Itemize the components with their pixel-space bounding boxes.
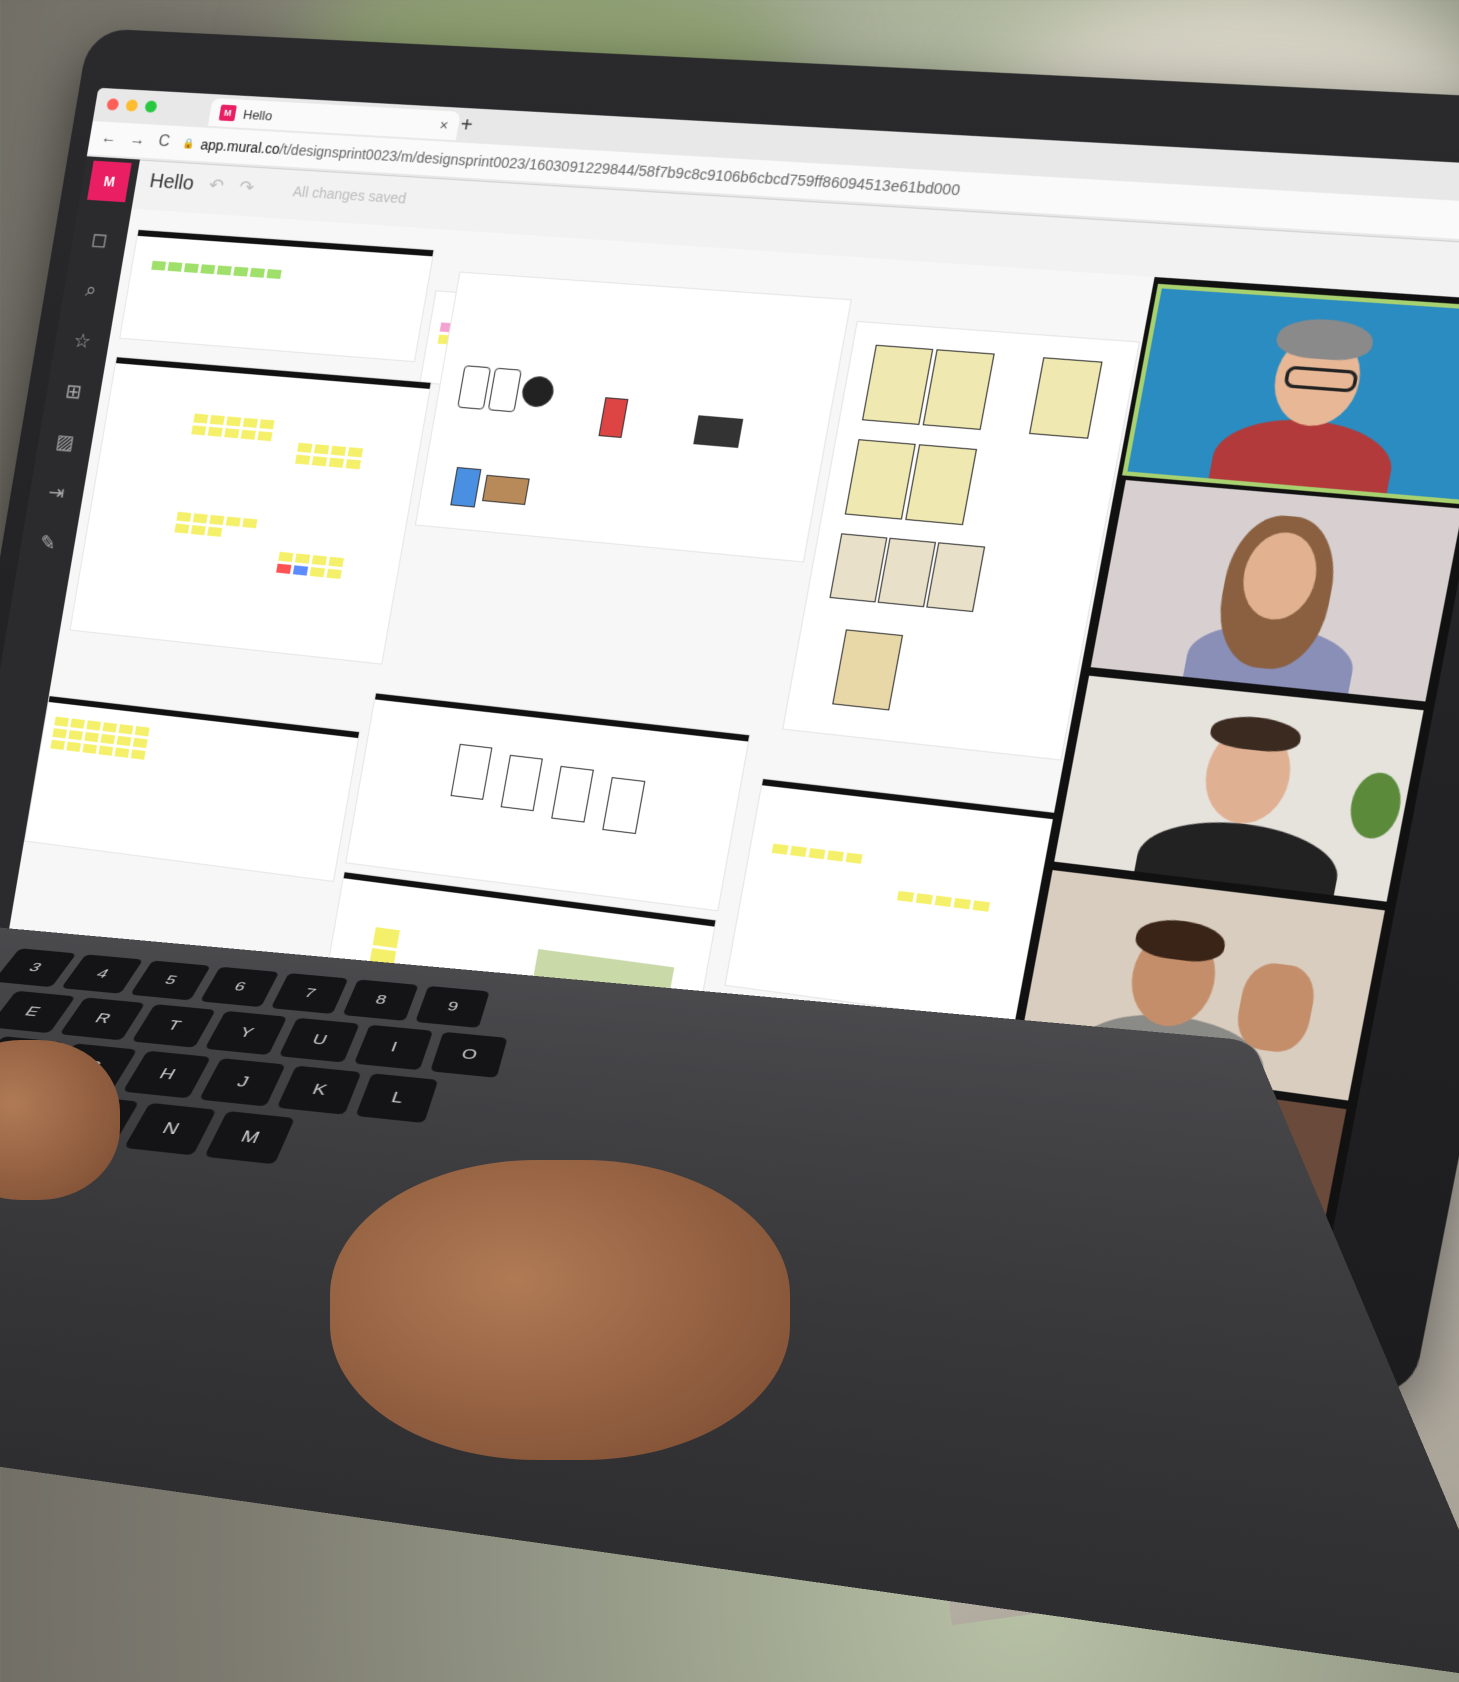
- sticky-group: [295, 442, 364, 470]
- storyboard-sketch: [500, 754, 543, 812]
- export-icon[interactable]: ⇥: [42, 478, 71, 506]
- key[interactable]: U: [278, 1017, 360, 1063]
- canvas-frame[interactable]: [23, 695, 361, 882]
- frame-header-bar: [375, 693, 750, 742]
- maximize-window-button[interactable]: [144, 100, 158, 113]
- device-mockup: [519, 375, 557, 409]
- sticky-group: [276, 551, 344, 580]
- canvas-frame[interactable]: [69, 356, 432, 665]
- image-icon[interactable]: ▨: [51, 428, 80, 455]
- key[interactable]: N: [123, 1102, 217, 1156]
- tab-title: Hello: [242, 106, 274, 123]
- video-tile-participant[interactable]: [1090, 480, 1459, 702]
- sketch-card: [1029, 357, 1103, 439]
- key[interactable]: 4: [61, 954, 144, 994]
- sticky-group: [771, 843, 863, 864]
- frame-header-bar: [115, 357, 431, 389]
- storyboard-sketch: [450, 743, 493, 800]
- participant-body: [1204, 413, 1400, 500]
- save-status: All changes saved: [291, 182, 408, 207]
- key[interactable]: 5: [130, 960, 211, 1001]
- canvas-frame[interactable]: [119, 228, 435, 363]
- sticky-group: [50, 716, 150, 760]
- key[interactable]: T: [131, 1004, 216, 1048]
- sketch-card: [922, 349, 995, 430]
- undo-icon[interactable]: ↶: [207, 175, 225, 197]
- key[interactable]: L: [355, 1073, 439, 1124]
- lock-icon: 🔒: [182, 137, 196, 150]
- frameworks-icon[interactable]: ⊞: [59, 378, 88, 405]
- mural-favicon-icon: M: [218, 104, 237, 122]
- key[interactable]: 9: [415, 985, 490, 1028]
- sketch-card: [844, 439, 916, 520]
- mural-header: Hello ↶ ↷ All changes saved: [148, 170, 408, 209]
- device-mockup: [457, 365, 492, 410]
- device-mockup: [487, 367, 522, 413]
- pen-icon[interactable]: ✎: [34, 529, 63, 557]
- video-tile-active-speaker[interactable]: [1122, 283, 1459, 505]
- sticky-note-icon[interactable]: ◻: [85, 226, 114, 253]
- frame-header-bar: [762, 779, 1074, 822]
- frame-header-bar: [137, 229, 434, 257]
- sticky-group: [896, 890, 990, 912]
- star-icon[interactable]: ☆: [68, 327, 97, 354]
- sketch-card: [832, 629, 904, 711]
- key[interactable]: I: [353, 1024, 434, 1071]
- waving-hand: [1232, 959, 1320, 1056]
- storyboard-sketch: [602, 777, 646, 835]
- text-icon[interactable]: ⌕: [76, 276, 105, 303]
- sticky-group: [174, 511, 258, 540]
- reload-icon[interactable]: C: [157, 133, 171, 151]
- device-mockup: [482, 474, 530, 506]
- device-mockup: [693, 415, 744, 448]
- forward-icon[interactable]: →: [128, 131, 146, 150]
- storyboard-sketch: [551, 765, 594, 823]
- url-host: app.mural.co: [199, 136, 282, 158]
- key[interactable]: O: [430, 1031, 508, 1078]
- key[interactable]: 7: [270, 973, 349, 1015]
- key[interactable]: 8: [342, 979, 419, 1021]
- key[interactable]: M: [204, 1110, 295, 1165]
- device-mockup: [450, 466, 482, 508]
- mural-logo-button[interactable]: M: [87, 160, 132, 203]
- redo-icon[interactable]: ↷: [237, 177, 256, 199]
- video-tile-participant[interactable]: [1054, 675, 1424, 902]
- close-window-button[interactable]: [106, 98, 120, 111]
- key[interactable]: Y: [204, 1010, 288, 1056]
- sketch-card: [861, 344, 934, 425]
- sticky-group: [191, 413, 275, 442]
- right-hand: [330, 1160, 790, 1460]
- key[interactable]: 6: [199, 966, 280, 1008]
- sticky-group: [151, 260, 282, 279]
- sketch-card: [926, 542, 986, 613]
- key[interactable]: H: [122, 1050, 211, 1099]
- mural-title[interactable]: Hello: [148, 170, 196, 195]
- key[interactable]: J: [199, 1058, 286, 1107]
- device-mockup: [598, 397, 629, 439]
- new-tab-button[interactable]: +: [458, 114, 475, 138]
- sketch-card: [905, 444, 978, 526]
- minimize-window-button[interactable]: [125, 99, 139, 112]
- close-tab-icon[interactable]: ×: [438, 117, 449, 134]
- key[interactable]: R: [59, 997, 146, 1041]
- canvas-frame[interactable]: [414, 271, 852, 563]
- back-icon[interactable]: ←: [100, 130, 118, 149]
- key[interactable]: K: [276, 1065, 362, 1115]
- plant-decoration: [1345, 770, 1407, 842]
